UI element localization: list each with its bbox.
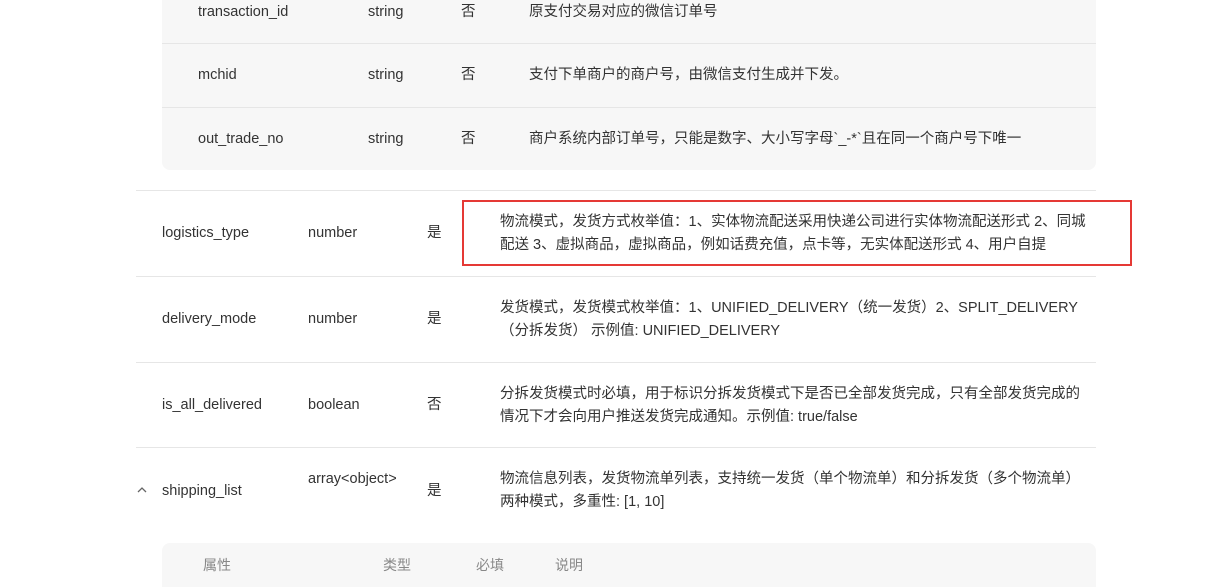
table-row: out_trade_no string 否 商户系统内部订单号，只能是数字、大小… [162, 108, 1096, 170]
param-type: string [368, 131, 404, 147]
param-desc: 物流信息列表，发货物流单列表，支持统一发货（单个物流单）和分拆发货（多个物流单）… [500, 471, 1080, 510]
chevron-up-icon[interactable] [136, 484, 148, 496]
table-row: delivery_mode number 是 发货模式，发货模式枚举值：1、UN… [136, 276, 1096, 363]
api-params-doc: transaction_id string 否 原支付交易对应的微信订单号 mc… [0, 0, 1230, 587]
param-desc: 商户系统内部订单号，只能是数字、大小写字母`_-*`且在同一个商户号下唯一 [529, 131, 1022, 147]
param-name: mchid [198, 67, 237, 83]
param-name: delivery_mode [162, 311, 257, 327]
table-row: logistics_type number 是 物流模式，发货方式枚举值：1、实… [136, 190, 1096, 277]
param-required: 否 [427, 397, 442, 413]
param-name: logistics_type [162, 225, 250, 241]
param-required: 否 [461, 67, 476, 83]
param-desc: 分拆发货模式时必填，用于标识分拆发货模式下是否已全部发货完成，只有全部发货完成的… [500, 386, 1080, 425]
param-type: boolean [308, 397, 360, 413]
param-name: transaction_id [198, 4, 289, 20]
table-row: mchid string 否 支付下单商户的商户号，由微信支付生成并下发。 [162, 44, 1096, 108]
param-desc: 发货模式，发货模式枚举值：1、UNIFIED_DELIVERY（统一发货）2、S… [500, 300, 1078, 339]
param-required: 否 [461, 4, 476, 20]
param-required: 否 [461, 131, 476, 147]
param-desc: 物流模式，发货方式枚举值：1、实体物流配送采用快递公司进行实体物流配送形式 2、… [500, 214, 1086, 253]
param-desc: 原支付交易对应的微信订单号 [529, 4, 718, 20]
nested-params-table: transaction_id string 否 原支付交易对应的微信订单号 mc… [162, 0, 1096, 170]
param-required: 是 [427, 225, 442, 241]
param-required: 是 [427, 311, 442, 327]
param-required: 是 [427, 483, 442, 499]
param-type: string [368, 67, 404, 83]
header-required: 必填 [476, 557, 504, 573]
param-type: array<object> [308, 471, 397, 487]
param-type: number [308, 311, 358, 327]
param-name: shipping_list [162, 483, 242, 499]
param-type: string [368, 4, 404, 20]
param-name: is_all_delivered [162, 397, 262, 413]
header-desc: 说明 [555, 557, 583, 573]
table-row: transaction_id string 否 原支付交易对应的微信订单号 [162, 0, 1096, 44]
param-name: out_trade_no [198, 131, 284, 147]
param-desc: 支付下单商户的商户号，由微信支付生成并下发。 [529, 67, 848, 83]
param-type: number [308, 225, 358, 241]
header-name: 属性 [203, 557, 231, 573]
table-row-expandable: shipping_list array<object> 是 物流信息列表，发货物… [136, 447, 1096, 544]
sub-table-header: 属性 类型 必填 说明 [162, 543, 1096, 587]
header-type: 类型 [383, 557, 411, 573]
table-row: is_all_delivered boolean 否 分拆发货模式时必填，用于标… [136, 362, 1096, 448]
